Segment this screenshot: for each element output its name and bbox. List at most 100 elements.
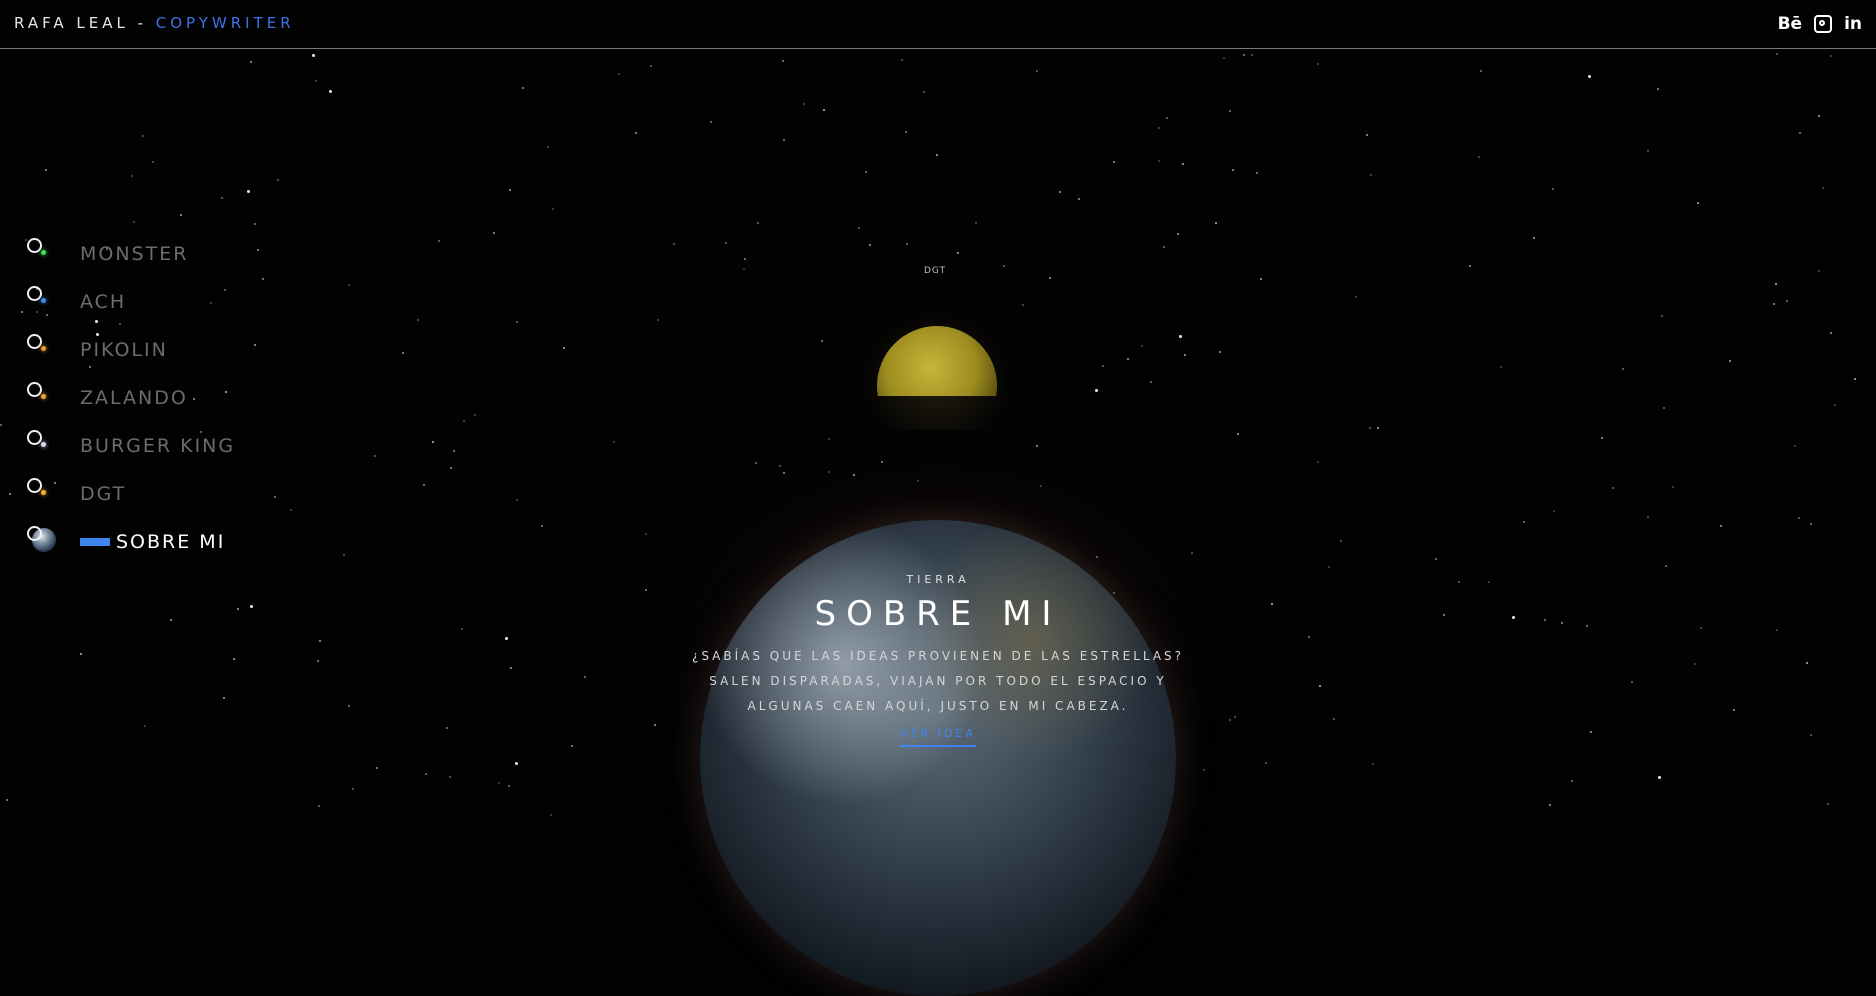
star <box>1166 117 1168 119</box>
star <box>0 424 2 426</box>
brand-name: RAFA LEAL - <box>14 14 156 32</box>
star <box>254 344 256 346</box>
star <box>1830 332 1832 334</box>
star <box>522 87 524 89</box>
orbit-ring-icon <box>27 238 42 253</box>
star <box>9 493 11 495</box>
ver-idea-link[interactable]: VER IDEA <box>900 727 976 747</box>
star <box>262 278 264 280</box>
star <box>1552 188 1554 190</box>
orbit-ring-icon <box>27 526 42 541</box>
star <box>317 660 319 662</box>
star <box>1799 132 1801 134</box>
nav-item-sobre-mi[interactable]: SOBRE MI <box>24 524 235 572</box>
star <box>1102 365 1104 367</box>
star <box>274 496 276 498</box>
nav-item-label-text: SOBRE MI <box>116 531 226 553</box>
nav-item-dgt[interactable]: DGT <box>24 476 235 524</box>
hero-section: TIERRA SOBRE MI ¿SABÍAS QUE LAS IDEAS PR… <box>688 573 1188 747</box>
star <box>237 608 239 610</box>
star <box>1237 433 1239 435</box>
instagram-icon[interactable] <box>1814 15 1833 33</box>
star <box>1469 265 1471 267</box>
star <box>133 221 135 223</box>
star <box>1078 198 1080 200</box>
star <box>318 805 320 807</box>
star <box>1141 345 1143 347</box>
star <box>1366 134 1368 136</box>
behance-icon[interactable]: Bē <box>1778 14 1803 34</box>
star <box>1480 70 1482 72</box>
star <box>1776 629 1778 631</box>
star <box>343 554 345 556</box>
star <box>657 319 659 321</box>
star <box>975 222 977 224</box>
star <box>1163 246 1165 248</box>
project-nav: MONSTER ACH PIKOLIN ZALANDO BURGER KING … <box>24 236 235 572</box>
star <box>1665 565 1667 567</box>
nav-item-monster[interactable]: MONSTER <box>24 236 235 284</box>
nav-item-ach[interactable]: ACH <box>24 284 235 332</box>
star <box>905 131 907 133</box>
top-bar: RAFA LEAL - COPYWRITER Bē in <box>0 0 1876 49</box>
star <box>757 222 759 224</box>
star <box>315 80 317 82</box>
nav-item-pikolin[interactable]: PIKOLIN <box>24 332 235 380</box>
star <box>312 54 315 57</box>
star <box>376 767 378 769</box>
star <box>290 509 292 511</box>
linkedin-icon[interactable]: in <box>1844 14 1862 34</box>
star <box>453 450 455 452</box>
star <box>250 61 252 63</box>
star <box>233 658 235 660</box>
star <box>1271 603 1273 605</box>
star <box>823 109 825 111</box>
star <box>1478 156 1480 158</box>
star <box>1223 57 1225 59</box>
star <box>547 146 549 148</box>
star <box>1500 366 1502 368</box>
brand-logo[interactable]: RAFA LEAL - COPYWRITER <box>14 14 295 32</box>
nav-item-label: BURGER KING <box>80 435 236 457</box>
star <box>1672 486 1674 488</box>
star <box>1533 237 1535 239</box>
nav-item-label: ACH <box>80 291 127 313</box>
star <box>80 653 82 655</box>
star <box>710 121 712 123</box>
star <box>1370 174 1372 176</box>
star <box>1523 521 1525 523</box>
star <box>1229 110 1231 112</box>
star <box>618 73 620 75</box>
star <box>348 705 350 707</box>
nav-item-zalando[interactable]: ZALANDO <box>24 380 235 428</box>
star <box>1663 407 1665 409</box>
star <box>450 467 452 469</box>
star <box>505 637 508 640</box>
star <box>250 605 253 608</box>
star <box>1184 354 1186 356</box>
star <box>1588 75 1591 78</box>
star <box>865 171 867 173</box>
brand-role: COPYWRITER <box>155 14 295 32</box>
star <box>1177 233 1179 235</box>
star <box>1319 685 1321 687</box>
nav-item-label: DGT <box>80 483 127 505</box>
nav-item-burger-king[interactable]: BURGER KING <box>24 428 235 476</box>
star <box>432 441 434 443</box>
star <box>449 776 451 778</box>
star <box>1601 437 1603 439</box>
star <box>1622 368 1624 370</box>
star <box>858 227 860 229</box>
star <box>1059 191 1061 193</box>
star <box>1830 55 1832 57</box>
star <box>498 782 500 784</box>
star <box>463 420 465 422</box>
star <box>1179 335 1182 338</box>
star <box>277 179 279 181</box>
hero-body: ¿SABÍAS QUE LAS IDEAS PROVIENEN DE LAS E… <box>691 649 1185 713</box>
star <box>510 667 512 669</box>
star <box>1720 525 1722 527</box>
star <box>1631 681 1633 683</box>
star <box>1219 351 1221 353</box>
star <box>1806 662 1808 664</box>
